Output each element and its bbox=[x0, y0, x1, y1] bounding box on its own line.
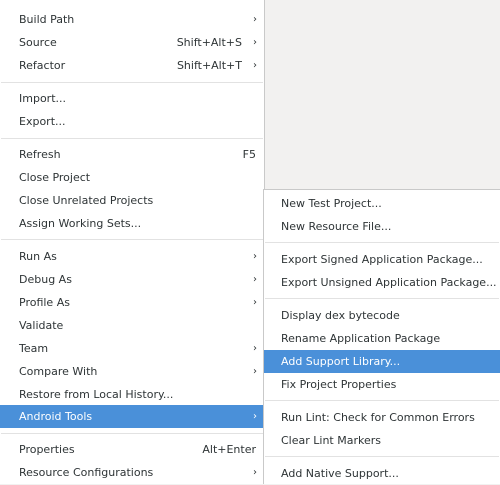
menu-item-resource-configurations[interactable]: Resource Configurations › bbox=[0, 461, 264, 484]
menu-item-shortcut: Shift+Alt+S bbox=[176, 36, 242, 49]
menu-item-label: Rename Application Package bbox=[281, 332, 441, 345]
menu-separator bbox=[1, 433, 263, 434]
submenu-arrow-icon: › bbox=[253, 297, 257, 308]
menu-item-run-as[interactable]: Run As › bbox=[0, 245, 264, 268]
submenu-arrow-icon: › bbox=[253, 14, 257, 25]
background-area bbox=[265, 0, 500, 189]
menu-item-label: Display dex bytecode bbox=[281, 309, 400, 322]
menu-item-shortcut: F5 bbox=[242, 148, 256, 161]
menu-item-label: Validate bbox=[19, 319, 64, 332]
menu-item-label: Properties bbox=[19, 443, 75, 456]
menu-separator bbox=[265, 400, 499, 401]
submenu-item-new-test-project[interactable]: New Test Project... bbox=[264, 192, 500, 215]
menu-item-label: Add Native Support... bbox=[281, 467, 399, 480]
menu-item-android-tools[interactable]: Android Tools › bbox=[0, 405, 264, 428]
menu-item-close-unrelated-projects[interactable]: Close Unrelated Projects bbox=[0, 189, 264, 212]
menu-separator bbox=[1, 138, 263, 139]
menu-item-import[interactable]: Import... bbox=[0, 87, 264, 110]
android-tools-submenu: New Test Project... New Resource File...… bbox=[263, 189, 500, 484]
menu-item-label: Profile As bbox=[19, 296, 70, 309]
menu-item-label: Clear Lint Markers bbox=[281, 434, 381, 447]
menu-item-label: Close Project bbox=[19, 171, 91, 184]
menu-separator bbox=[1, 239, 263, 240]
menu-item-close-project[interactable]: Close Project bbox=[0, 166, 264, 189]
submenu-item-run-lint[interactable]: Run Lint: Check for Common Errors bbox=[264, 406, 500, 429]
submenu-item-export-signed-package[interactable]: Export Signed Application Package... bbox=[264, 248, 500, 271]
menu-item-label: Close Unrelated Projects bbox=[19, 194, 154, 207]
submenu-arrow-icon: › bbox=[253, 251, 257, 262]
menu-item-label: Export Signed Application Package... bbox=[281, 253, 483, 266]
submenu-item-export-unsigned-package[interactable]: Export Unsigned Application Package... bbox=[264, 271, 500, 294]
menu-separator bbox=[265, 456, 499, 457]
menu-item-shortcut: Alt+Enter bbox=[202, 443, 256, 456]
submenu-item-display-dex-bytecode[interactable]: Display dex bytecode bbox=[264, 304, 500, 327]
menu-item-refresh[interactable]: Refresh F5 bbox=[0, 143, 264, 166]
menu-item-refactor[interactable]: Refactor Shift+Alt+T › bbox=[0, 54, 264, 77]
menu-item-compare-with[interactable]: Compare With › bbox=[0, 360, 264, 383]
submenu-item-fix-project-properties[interactable]: Fix Project Properties bbox=[264, 373, 500, 396]
menu-separator bbox=[1, 82, 263, 83]
submenu-item-add-native-support[interactable]: Add Native Support... bbox=[264, 462, 500, 485]
menu-item-debug-as[interactable]: Debug As › bbox=[0, 268, 264, 291]
menu-item-shortcut: Shift+Alt+T bbox=[176, 59, 242, 72]
submenu-item-clear-lint-markers[interactable]: Clear Lint Markers bbox=[264, 429, 500, 452]
menu-item-label: Assign Working Sets... bbox=[19, 217, 142, 230]
submenu-arrow-icon: › bbox=[253, 343, 257, 354]
submenu-arrow-icon: › bbox=[253, 60, 257, 71]
menu-item-label: Build Path bbox=[19, 13, 75, 26]
menu-item-label: Source bbox=[19, 36, 57, 49]
menu-separator bbox=[265, 298, 499, 299]
menu-item-label: New Resource File... bbox=[281, 220, 392, 233]
menu-item-source[interactable]: Source Shift+Alt+S › bbox=[0, 31, 264, 54]
submenu-item-rename-application-package[interactable]: Rename Application Package bbox=[264, 327, 500, 350]
submenu-arrow-icon: › bbox=[253, 411, 257, 422]
menu-item-label: Android Tools bbox=[19, 410, 93, 423]
menu-item-properties[interactable]: Properties Alt+Enter bbox=[0, 438, 264, 461]
menu-item-label: Add Support Library... bbox=[281, 355, 401, 368]
menu-item-label: Run Lint: Check for Common Errors bbox=[281, 411, 475, 424]
menu-separator bbox=[265, 242, 499, 243]
menu-item-label: Refresh bbox=[19, 148, 61, 161]
menu-item-build-path[interactable]: Build Path › bbox=[0, 8, 264, 31]
menu-item-restore-from-local-history[interactable]: Restore from Local History... bbox=[0, 383, 264, 406]
menu-item-label: Team bbox=[19, 342, 49, 355]
submenu-arrow-icon: › bbox=[253, 467, 257, 478]
menu-item-profile-as[interactable]: Profile As › bbox=[0, 291, 264, 314]
menu-item-label: Export... bbox=[19, 115, 66, 128]
menu-item-label: Refactor bbox=[19, 59, 66, 72]
menu-item-label: Import... bbox=[19, 92, 66, 105]
menu-item-validate[interactable]: Validate bbox=[0, 314, 264, 337]
menu-item-label: Run As bbox=[19, 250, 57, 263]
menu-item-label: Fix Project Properties bbox=[281, 378, 397, 391]
submenu-arrow-icon: › bbox=[253, 366, 257, 377]
submenu-arrow-icon: › bbox=[253, 274, 257, 285]
menu-item-label: New Test Project... bbox=[281, 197, 382, 210]
context-menu: Build Path › Source Shift+Alt+S › Refact… bbox=[0, 0, 265, 484]
submenu-item-add-support-library[interactable]: Add Support Library... bbox=[264, 350, 500, 373]
submenu-arrow-icon: › bbox=[253, 37, 257, 48]
menu-item-label: Debug As bbox=[19, 273, 72, 286]
menu-item-label: Compare With bbox=[19, 365, 98, 378]
menu-item-label: Export Unsigned Application Package... bbox=[281, 276, 497, 289]
menu-item-label: Resource Configurations bbox=[19, 466, 154, 479]
menu-item-team[interactable]: Team › bbox=[0, 337, 264, 360]
menu-item-export[interactable]: Export... bbox=[0, 110, 264, 133]
menu-item-assign-working-sets[interactable]: Assign Working Sets... bbox=[0, 212, 264, 235]
menu-item-label: Restore from Local History... bbox=[19, 388, 174, 401]
submenu-item-new-resource-file[interactable]: New Resource File... bbox=[264, 215, 500, 238]
